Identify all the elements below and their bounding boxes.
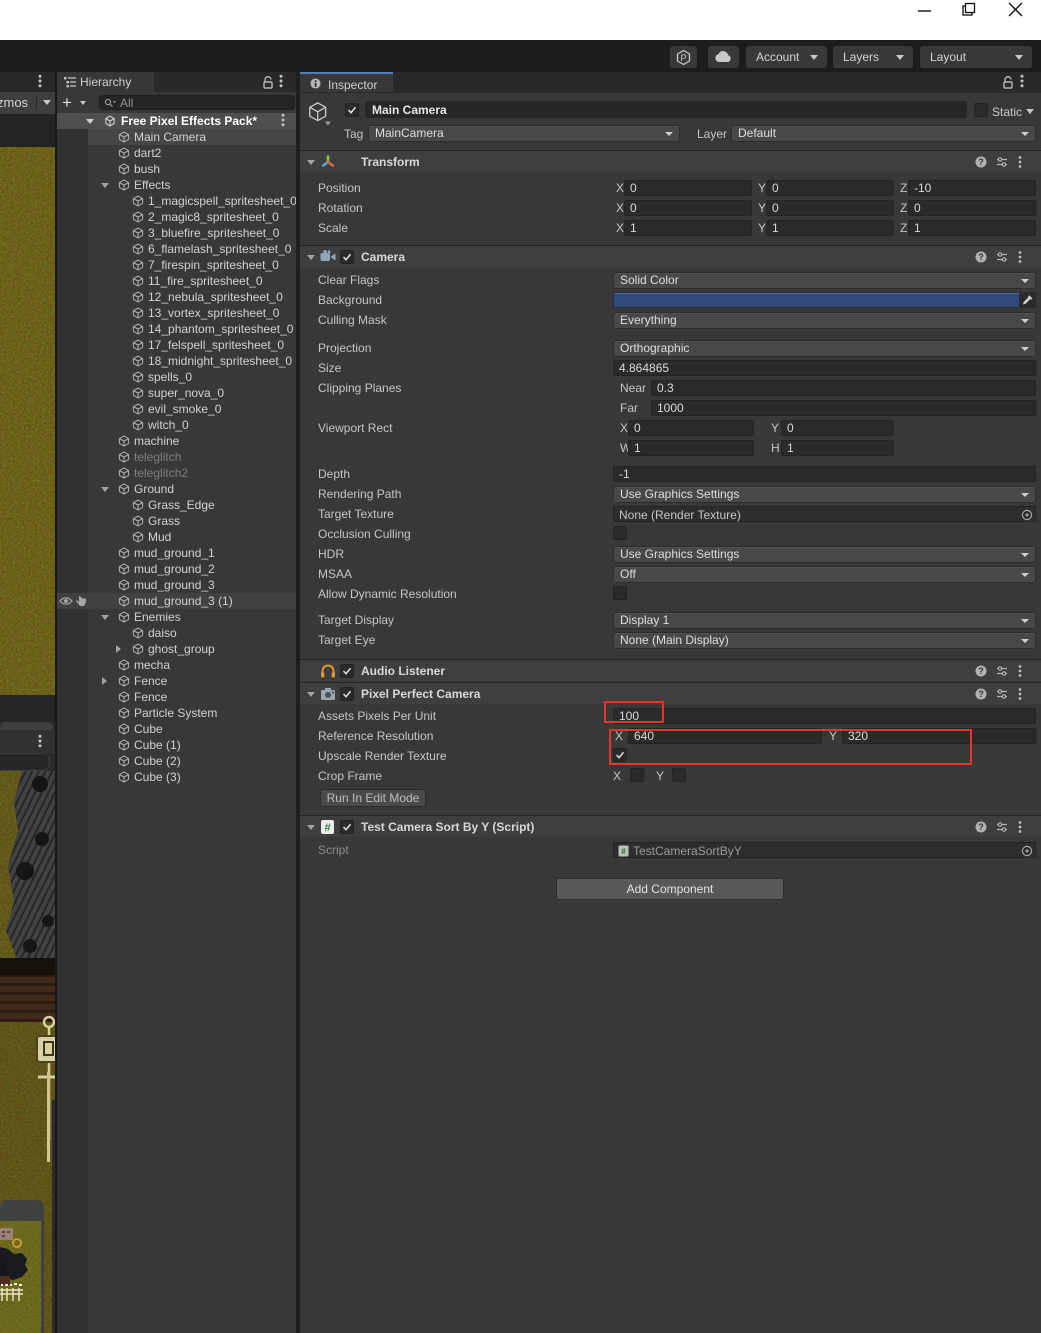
svg-text:P: P xyxy=(680,53,686,63)
svg-text:#: # xyxy=(324,822,330,834)
svg-text:#: # xyxy=(621,847,626,856)
